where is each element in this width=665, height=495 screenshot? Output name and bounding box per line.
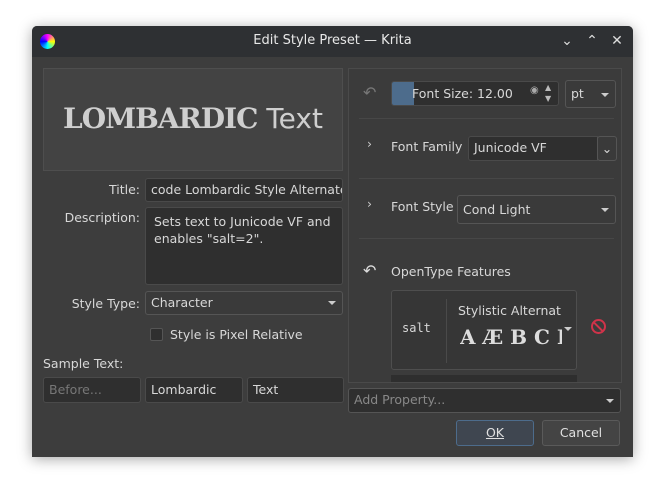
font-family-dropdown-button[interactable]: ⌄ [597, 136, 617, 161]
title-bar: Edit Style Preset — Krita ⌄ ⌃ ✕ [32, 26, 633, 57]
reset-font-size-icon[interactable]: ↶ [363, 83, 376, 102]
description-textarea[interactable]: Sets text to Junicode VF and enables "sa… [145, 207, 343, 285]
title-label: Title: [109, 182, 140, 197]
sample-text-label: Sample Text: [43, 356, 124, 371]
cancel-button[interactable]: Cancel [542, 420, 620, 446]
font-size-slider[interactable]: Font Size: 12.00 ◉ ▲ ▼ [391, 81, 559, 106]
feature-item[interactable]: salt Stylistic Alternate A Æ B C I [391, 290, 577, 370]
chevron-down-icon [606, 399, 614, 403]
remove-feature-icon[interactable] [591, 319, 606, 334]
font-size-fill [392, 82, 414, 105]
preview-lombardic: LOMBARDIC [63, 102, 258, 135]
reset-opentype-icon[interactable]: ↶ [363, 261, 376, 280]
divider [359, 178, 614, 179]
pixel-relative-checkbox[interactable] [150, 328, 163, 341]
opentype-label: OpenType Features [391, 264, 511, 279]
font-family-input[interactable]: Junicode VF [468, 136, 598, 161]
title-input[interactable]: code Lombardic Style Alternate [145, 178, 343, 202]
close-icon[interactable]: ✕ [608, 32, 626, 50]
chevron-down-icon [601, 208, 609, 212]
sample-after-input[interactable]: Text [247, 377, 344, 403]
chevron-down-icon [601, 93, 609, 97]
pixel-relative-label: Style is Pixel Relative [170, 327, 303, 342]
ok-button[interactable]: OK [456, 420, 534, 446]
feature-tag: salt [402, 321, 431, 335]
minimize-icon[interactable]: ⌄ [558, 32, 576, 50]
description-label: Description: [64, 210, 140, 225]
expand-font-style-icon[interactable]: › [367, 196, 372, 211]
chevron-down-icon [328, 301, 336, 305]
font-size-label: Font Size: 12.00 [412, 86, 513, 101]
unit-combo[interactable]: pt [565, 80, 616, 108]
divider [359, 238, 614, 239]
maximize-icon[interactable]: ⌃ [583, 32, 601, 50]
window-title: Edit Style Preset — Krita [253, 33, 412, 48]
feature-name: Stylistic Alternate [458, 303, 561, 318]
style-type-value: Character [151, 295, 213, 310]
font-style-combo[interactable]: Cond Light [457, 195, 616, 224]
feature-glyphs: A Æ B C I [460, 325, 562, 349]
preview-plain: Text [266, 102, 323, 135]
chevron-down-icon[interactable] [564, 327, 572, 331]
properties-panel: ↶ Font Size: 12.00 ◉ ▲ ▼ pt › Font Family… [348, 68, 622, 383]
style-type-label: Style Type: [71, 296, 140, 311]
add-property-combo[interactable]: Add Property... [348, 388, 621, 413]
divider [446, 299, 447, 363]
font-style-label: Font Style [391, 199, 454, 214]
spin-arrows-icon[interactable]: ▲ ▼ [545, 82, 551, 104]
edit-style-preset-dialog: Edit Style Preset — Krita ⌄ ⌃ ✕ LOMBARDI… [32, 26, 633, 457]
style-type-combo[interactable]: Character [145, 291, 343, 315]
target-icon: ◉ [530, 85, 539, 96]
expand-font-family-icon[interactable]: › [367, 136, 372, 151]
divider [359, 118, 614, 119]
font-family-label: Font Family [391, 139, 463, 154]
sample-before-input[interactable]: Before... [43, 377, 141, 403]
next-feature-item [391, 375, 577, 382]
style-preview: LOMBARDIC Text [43, 68, 343, 171]
sample-main-input[interactable]: Lombardic [145, 377, 243, 403]
